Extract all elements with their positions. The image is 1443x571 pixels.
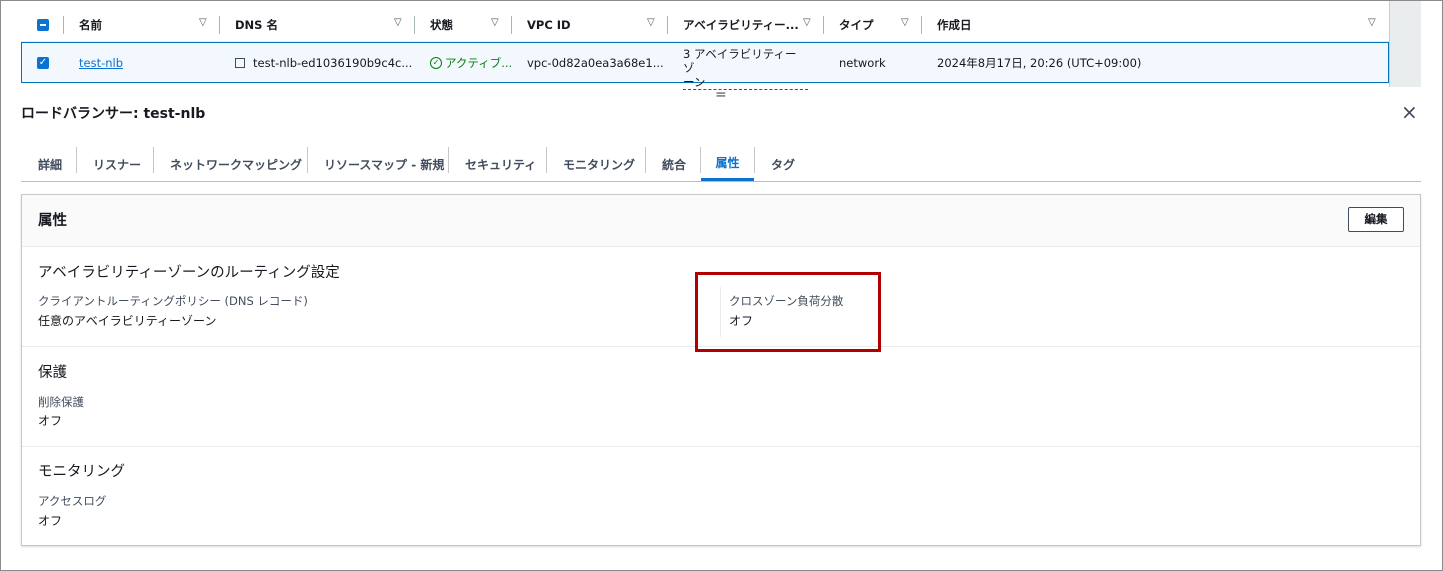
column-header-type[interactable]: タイプ [839, 9, 874, 41]
tab-resource-map[interactable]: リソースマップ - 新規 [324, 147, 444, 181]
column-header-name[interactable]: 名前 [79, 9, 102, 41]
column-header-az[interactable]: アベイラビリティー... [683, 9, 799, 41]
section-heading: 保護 [38, 365, 67, 381]
copy-icon[interactable] [235, 57, 245, 68]
tab-tags[interactable]: タグ [771, 147, 795, 181]
sort-caret-icon[interactable]: ▽ [901, 17, 909, 28]
dns-name: test-nlb-ed1036190b9c4c... [253, 55, 413, 70]
tab-details[interactable]: 詳細 [38, 147, 62, 181]
highlight-box [695, 272, 881, 352]
az-count[interactable]: 3 アベイラビリティーゾ ーン [683, 47, 808, 90]
sort-caret-icon[interactable]: ▽ [199, 17, 207, 28]
field-label: クライアントルーティングポリシー (DNS レコード) [38, 294, 308, 308]
sort-caret-icon[interactable]: ▽ [1368, 17, 1376, 28]
sort-caret-icon[interactable]: ▽ [647, 17, 655, 28]
column-header-vpc[interactable]: VPC ID [527, 9, 571, 41]
field-label: 削除保護 [38, 395, 84, 409]
field-value: 任意のアベイラビリティーゾーン [38, 314, 217, 328]
tabs-divider [21, 181, 1421, 182]
close-icon[interactable]: × [1401, 100, 1418, 124]
sort-caret-icon[interactable]: ▽ [394, 17, 402, 28]
vpc-id: vpc-0d82a0ea3a68e1... [527, 55, 664, 70]
field-value: オフ [38, 514, 63, 528]
row-checkbox[interactable]: ✓ [37, 57, 49, 69]
sort-caret-icon[interactable]: ▽ [491, 17, 499, 28]
tab-security[interactable]: セキュリティ [465, 147, 536, 181]
tab-attributes[interactable]: 属性 [701, 147, 754, 181]
field-label: アクセスログ [38, 494, 107, 508]
select-all-checkbox[interactable] [37, 19, 49, 31]
field-value: オフ [38, 414, 63, 428]
tab-network-mapping[interactable]: ネットワークマッピング [170, 147, 302, 181]
table-scroll-area [1389, 1, 1421, 87]
column-header-dns[interactable]: DNS 名 [235, 9, 278, 41]
success-check-icon: ✓ [430, 56, 442, 69]
attributes-panel: 属性 編集 アベイラビリティーゾーンのルーティング設定 クライアントルーティング… [21, 194, 1421, 546]
section-heading: モニタリング [38, 464, 125, 480]
split-panel-handle[interactable]: = [715, 87, 727, 103]
sort-caret-icon[interactable]: ▽ [803, 17, 811, 28]
section-heading: アベイラビリティーゾーンのルーティング設定 [38, 265, 340, 281]
status-text: アクティブ... [445, 55, 513, 70]
detail-title: ロードバランサー: test-nlb [21, 106, 206, 122]
tab-listeners[interactable]: リスナー [93, 147, 141, 181]
column-header-status[interactable]: 状態 [430, 9, 453, 41]
panel-title: 属性 [38, 213, 67, 229]
load-balancer-name-link[interactable]: test-nlb [79, 56, 123, 70]
tab-monitoring[interactable]: モニタリング [563, 147, 635, 181]
created-date: 2024年8月17日, 20:26 (UTC+09:00) [937, 55, 1142, 70]
edit-button[interactable]: 編集 [1348, 207, 1404, 232]
column-header-created[interactable]: 作成日 [937, 9, 972, 41]
lb-type: network [839, 55, 886, 70]
tab-integrations[interactable]: 統合 [662, 147, 686, 181]
